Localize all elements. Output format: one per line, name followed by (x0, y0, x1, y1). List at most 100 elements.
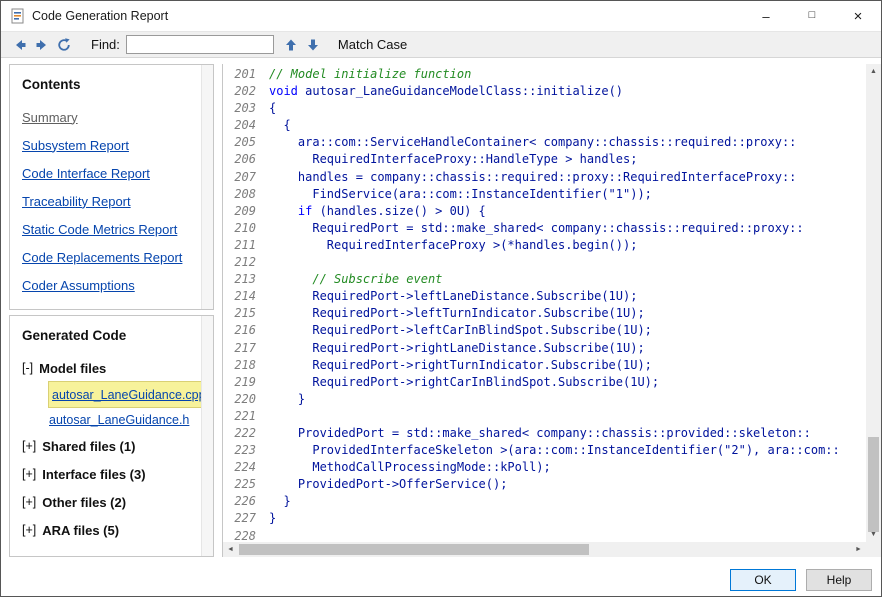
find-label: Find: (91, 37, 120, 52)
tree-label: Other files (2) (42, 494, 127, 510)
tree-item[interactable]: [+] Other files (2) (22, 488, 213, 516)
line-number: 210 (234, 220, 256, 235)
maximize-button[interactable]: □ (789, 1, 835, 31)
line-number: 226 (234, 494, 256, 509)
tree-item[interactable]: [-] Model files (22, 354, 213, 382)
ok-button[interactable]: OK (730, 568, 796, 591)
tree-file-link[interactable]: autosar_LaneGuidance.h (49, 407, 189, 432)
scroll-up-icon[interactable]: ▲ (866, 64, 881, 79)
code-line: 215 RequiredPort->leftTurnIndicator.Subs… (229, 305, 866, 322)
tree-label: Interface files (3) (42, 466, 146, 482)
tree-expander-icon[interactable]: [+] (22, 439, 36, 453)
code-line: 220 } (229, 391, 866, 408)
tree-label: Model files (39, 360, 107, 376)
minimize-button[interactable]: – (743, 1, 789, 31)
code-text: handles = company::chassis::required::pr… (269, 169, 797, 184)
tree-file-link[interactable]: autosar_LaneGuidance.cpp (49, 382, 209, 407)
code-text: RequiredInterfaceProxy >(*handles.begin(… (269, 237, 638, 252)
sidebar-link[interactable]: Traceability Report (22, 187, 131, 215)
tree-item[interactable]: [+] ARA files (5) (22, 516, 213, 544)
line-number: 218 (234, 357, 256, 372)
code-line: 216 RequiredPort->leftCarInBlindSpot.Sub… (229, 322, 866, 339)
generated-scrollbar[interactable] (201, 316, 213, 556)
code-text: } (269, 391, 306, 406)
sidebar-link[interactable]: Code Interface Report (22, 159, 150, 187)
line-number: 207 (234, 169, 256, 184)
find-next-button[interactable] (302, 35, 324, 55)
tree-expander-icon[interactable]: [+] (22, 467, 36, 481)
code-viewer: 201 // Model initialize function 202 void a… (222, 64, 881, 557)
tree-item[interactable]: [+] Interface files (3) (22, 460, 213, 488)
horizontal-scroll-thumb[interactable] (239, 544, 589, 555)
code-line: 203 { (229, 100, 866, 117)
code-line: 211 RequiredInterfaceProxy >(*handles.be… (229, 237, 866, 254)
help-button[interactable]: Help (806, 568, 872, 591)
code-line: 218 RequiredPort->rightTurnIndicator.Sub… (229, 357, 866, 374)
sidebar-link[interactable]: Code Replacements Report (22, 243, 182, 271)
match-case-toggle[interactable]: Match Case (338, 37, 407, 52)
code-text: RequiredPort->rightTurnIndicator.Subscri… (269, 357, 652, 372)
code-text: ProvidedInterfaceSkeleton >(ara::com::In… (269, 443, 840, 458)
title-bar: Code Generation Report – □ × (1, 1, 881, 31)
line-number: 209 (234, 203, 256, 218)
code-line: 228 (229, 528, 866, 542)
contents-links: Summary Subsystem Report Code Interface Re… (10, 103, 213, 299)
scroll-left-icon[interactable]: ◄ (223, 542, 238, 557)
line-number: 214 (234, 289, 256, 304)
back-button[interactable] (9, 35, 31, 55)
code-line: 205 ara::com::ServiceHandleContainer< co… (229, 134, 866, 151)
code-keyword: if (297, 203, 313, 218)
forward-button[interactable] (31, 35, 53, 55)
tree-expander-icon[interactable]: [+] (22, 523, 36, 537)
line-number: 213 (234, 272, 256, 287)
contents-heading: Contents (22, 77, 81, 92)
sidebar: Contents Summary Subsystem Report Code Int… (9, 64, 214, 557)
line-number: 222 (234, 425, 256, 440)
generated-code-panel: Generated Code [-] Model files autosar_Lan… (9, 315, 214, 557)
code-line: 217 RequiredPort->rightLaneDistance.Subs… (229, 340, 866, 357)
find-input[interactable] (125, 35, 274, 54)
vertical-scroll-thumb[interactable] (868, 437, 879, 532)
code-text: (handles.size() > 0U) { (312, 203, 486, 218)
line-number: 225 (234, 477, 256, 492)
code-text: RequiredPort->rightCarInBlindSpot.Subscr… (269, 374, 660, 389)
line-number: 220 (234, 391, 256, 406)
code-text: ara::com::ServiceHandleContainer< compan… (269, 135, 797, 150)
sidebar-link[interactable]: Coder Assumptions (22, 271, 135, 299)
code-comment: // Model initialize function (269, 67, 472, 81)
find-previous-button[interactable] (280, 35, 302, 55)
main-area: Contents Summary Subsystem Report Code Int… (1, 58, 881, 563)
code-line: 223 ProvidedInterfaceSkeleton >(ara::com… (229, 442, 866, 459)
scroll-down-icon[interactable]: ▼ (866, 527, 881, 542)
code-text: ProvidedPort->OfferService(); (269, 477, 508, 492)
tree-expander-icon[interactable]: [+] (22, 495, 36, 509)
scroll-right-icon[interactable]: ► (851, 542, 866, 557)
line-number: 223 (234, 443, 256, 458)
code-line: 219 RequiredPort->rightCarInBlindSpot.Su… (229, 374, 866, 391)
vertical-scrollbar[interactable]: ▲ ▼ (866, 64, 881, 542)
line-number: 211 (234, 237, 256, 252)
contents-scrollbar[interactable] (201, 65, 213, 309)
code-text: ProvidedPort = std::make_shared< company… (269, 425, 811, 440)
sidebar-link[interactable]: Subsystem Report (22, 131, 129, 159)
horizontal-scrollbar[interactable]: ◄ ► (223, 542, 866, 557)
code-line: 202 void autosar_LaneGuidanceModelClass::… (229, 83, 866, 100)
code-line: 207 handles = company::chassis::required… (229, 169, 866, 186)
sidebar-link[interactable]: Static Code Metrics Report (22, 215, 177, 243)
code-line: 222 ProvidedPort = std::make_shared< com… (229, 425, 866, 442)
close-button[interactable]: × (835, 1, 881, 31)
line-number: 202 (234, 84, 256, 99)
code-text: MethodCallProcessingMode::kPoll); (269, 460, 551, 475)
refresh-button[interactable] (53, 35, 75, 55)
code-line: 209 if (handles.size() > 0U) { (229, 203, 866, 220)
code-text: { (269, 101, 277, 116)
code-line: 213 // Subscribe event (229, 271, 866, 288)
code-text: } (269, 494, 291, 509)
sidebar-link[interactable]: Summary (22, 103, 78, 131)
tree-expander-icon[interactable]: [-] (22, 361, 33, 375)
line-number: 206 (234, 152, 256, 167)
line-number: 204 (234, 118, 256, 133)
code-text: } (269, 511, 277, 526)
tree-item[interactable]: [+] Shared files (1) (22, 432, 213, 460)
